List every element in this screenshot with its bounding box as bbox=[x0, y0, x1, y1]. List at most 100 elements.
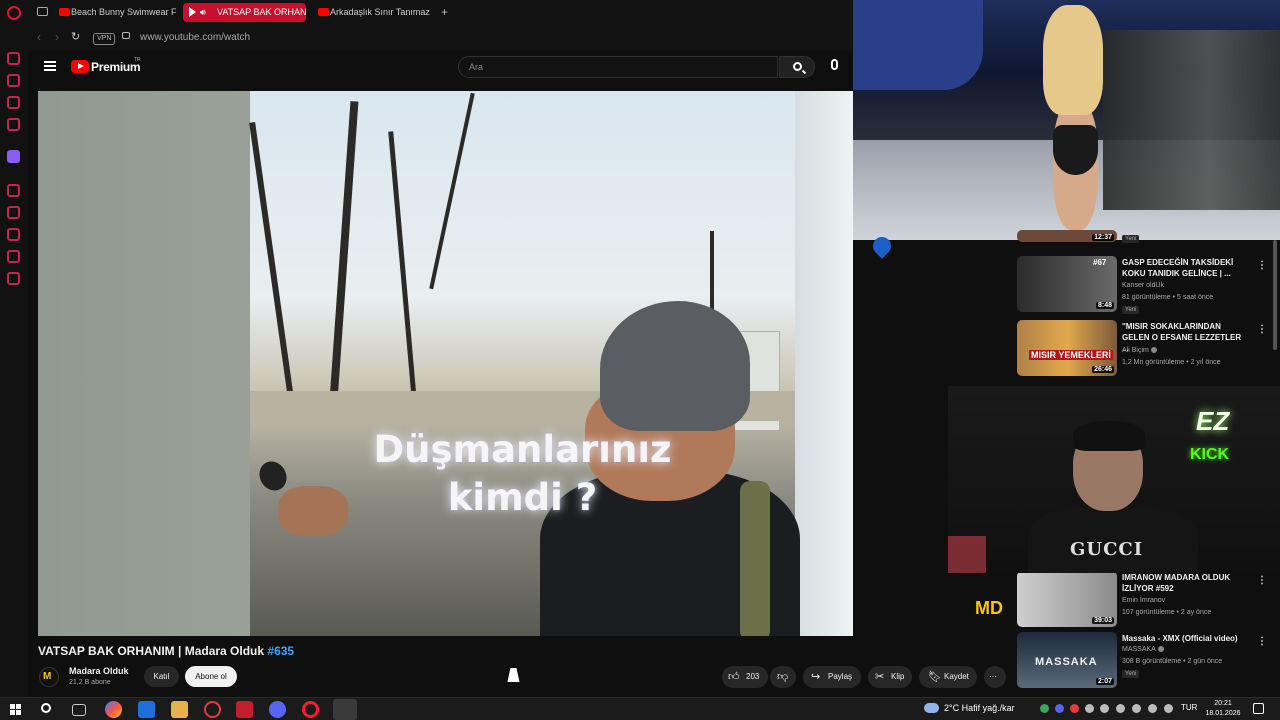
sidebar-aria-icon[interactable] bbox=[7, 52, 20, 65]
thumbs-up-icon: 👍︎ bbox=[728, 671, 740, 683]
thumb-text: MASSAKA bbox=[1035, 656, 1098, 668]
scrollbar[interactable] bbox=[1273, 240, 1277, 350]
share-button[interactable]: ↪ Paylaş bbox=[803, 666, 861, 688]
join-button[interactable]: Katıl bbox=[144, 666, 179, 687]
language-indicator[interactable]: TUR bbox=[1181, 703, 1197, 712]
dislike-button[interactable]: 👎︎ bbox=[770, 666, 796, 688]
search-button[interactable] bbox=[779, 56, 815, 78]
youtube-logo-icon[interactable] bbox=[71, 60, 89, 73]
obs-icon[interactable] bbox=[204, 701, 221, 718]
tray-steam-icon[interactable] bbox=[1100, 704, 1109, 713]
tray-discord-icon[interactable] bbox=[1055, 704, 1064, 713]
opera-icon[interactable] bbox=[302, 701, 319, 718]
sidebar-settings-icon[interactable] bbox=[7, 272, 20, 285]
lock-icon[interactable] bbox=[122, 32, 130, 39]
pip-video-overlay[interactable] bbox=[853, 0, 1280, 240]
tab-menu-icon[interactable] bbox=[37, 7, 48, 16]
channel-name[interactable]: Ali Biçim bbox=[1122, 347, 1157, 354]
video-thumbnail[interactable]: #67 8:48 bbox=[1017, 256, 1117, 312]
speaker-icon[interactable]: 🔊︎ bbox=[200, 3, 206, 22]
save-button[interactable]: 🔖︎ Kaydet bbox=[919, 666, 977, 688]
video-thumbnail[interactable]: 12:37 bbox=[1017, 230, 1117, 242]
clock[interactable]: 20:21 18.01.2026 bbox=[1205, 699, 1241, 719]
video-title[interactable]: IMRANOW MADARA OLDUK İZLİYOR #592 bbox=[1122, 572, 1248, 594]
youtube-brand[interactable]: Premium bbox=[91, 60, 141, 74]
channel-name[interactable]: MASSAKA bbox=[1122, 646, 1164, 653]
list-item[interactable]: 12:37 Yeni bbox=[1017, 230, 1277, 246]
sidebar-bag-icon[interactable] bbox=[7, 74, 20, 87]
start-button[interactable] bbox=[10, 704, 21, 715]
streamer-hair bbox=[1073, 421, 1145, 451]
avatar-letters: M bbox=[43, 671, 52, 682]
video-hashtag[interactable]: #635 bbox=[267, 644, 294, 658]
tray-obs-icon[interactable] bbox=[1070, 704, 1079, 713]
list-item[interactable]: MASSAKA 2:07 Massaka - XMX (Official vid… bbox=[1017, 632, 1277, 694]
weather-text[interactable]: 2°C Hafif yağ./kar bbox=[944, 703, 1015, 713]
new-tab-button[interactable]: + bbox=[441, 5, 448, 19]
search-input[interactable]: Ara bbox=[458, 56, 778, 78]
tab-vatsap[interactable]: 🔊︎ VATSAP BAK ORHANI bbox=[183, 3, 306, 22]
tray-ethernet-icon[interactable] bbox=[1148, 704, 1157, 713]
tray-status-icon[interactable] bbox=[1040, 704, 1049, 713]
like-button[interactable]: 👍︎ 203 bbox=[722, 666, 768, 688]
list-item[interactable]: MISIR YEMEKLERİ 26:46 "MISIR SOKAKLARIND… bbox=[1017, 320, 1277, 382]
back-icon[interactable]: ‹ bbox=[37, 30, 41, 44]
sidebar-bookmarks-icon[interactable] bbox=[7, 206, 20, 219]
reload-icon[interactable]: ↻ bbox=[71, 30, 80, 43]
channel-name[interactable]: Emin İmranov bbox=[1122, 597, 1165, 604]
video-title[interactable]: Massaka - XMX (Official video) bbox=[1122, 633, 1248, 644]
search-icon[interactable] bbox=[41, 703, 51, 713]
tab-arkadaslik[interactable]: Arkadaşlık Sınır Tanımaz M bbox=[313, 3, 433, 22]
video-thumbnail[interactable]: MISIR YEMEKLERİ 26:46 bbox=[1017, 320, 1117, 376]
notification-icon[interactable] bbox=[1253, 703, 1264, 714]
tray-mic-icon[interactable] bbox=[1116, 704, 1125, 713]
opera-logo-icon[interactable] bbox=[7, 6, 21, 20]
channel-name[interactable]: Kanser oldUk bbox=[1122, 282, 1164, 289]
copilot-icon[interactable] bbox=[105, 701, 122, 718]
youtube-header: Premium TR Ara bbox=[28, 51, 853, 84]
opera-gx-icon[interactable] bbox=[333, 699, 357, 720]
more-vert-icon[interactable]: ⋮ bbox=[1257, 260, 1267, 271]
microphone-icon[interactable] bbox=[831, 59, 838, 70]
channel-name[interactable]: Madara Olduk bbox=[69, 666, 129, 676]
sidebar-player-icon[interactable] bbox=[7, 118, 20, 131]
tray-network-icon[interactable] bbox=[1085, 704, 1094, 713]
video-meta: 308 B görüntüleme • 2 gün önce bbox=[1122, 658, 1223, 665]
tray-device-icon[interactable] bbox=[1132, 704, 1141, 713]
file-explorer-icon[interactable] bbox=[171, 701, 188, 718]
task-view-icon[interactable] bbox=[72, 704, 86, 716]
hamburger-menu-icon[interactable] bbox=[44, 61, 56, 71]
more-vert-icon[interactable]: ⋮ bbox=[1257, 575, 1267, 586]
more-actions-button[interactable]: ··· bbox=[984, 666, 1006, 688]
clip-button[interactable]: ✂ Klip bbox=[868, 666, 912, 688]
url-field[interactable]: www.youtube.com/watch bbox=[140, 32, 250, 43]
weather-icon[interactable] bbox=[924, 703, 939, 713]
twitch-icon[interactable] bbox=[7, 150, 20, 163]
video-editor-icon[interactable] bbox=[236, 701, 253, 718]
neon-ez-sign: EZ bbox=[1196, 406, 1230, 436]
video-thumbnail[interactable]: MASSAKA 2:07 bbox=[1017, 632, 1117, 688]
more-vert-icon[interactable]: ⋮ bbox=[1257, 636, 1267, 647]
tab-beach-bunny[interactable]: Beach Bunny Swimwear F bbox=[54, 3, 176, 22]
mail-icon[interactable] bbox=[138, 701, 155, 718]
discord-icon[interactable] bbox=[269, 701, 286, 718]
video-thumbnail[interactable]: 39:03 bbox=[1017, 571, 1117, 627]
webcam-sticker bbox=[948, 536, 986, 573]
sidebar-history-icon[interactable] bbox=[7, 184, 20, 197]
list-item[interactable]: #67 8:48 GASP EDECEĞİN TAKSİDEKİ KOKU TA… bbox=[1017, 256, 1277, 318]
sidebar-messenger-icon[interactable] bbox=[7, 96, 20, 109]
bookmark-icon: 🔖︎ bbox=[928, 671, 942, 683]
list-item[interactable]: 39:03 IMRANOW MADARA OLDUK İZLİYOR #592 … bbox=[1017, 571, 1277, 633]
subscribe-button[interactable]: Abone ol bbox=[185, 666, 237, 687]
video-title[interactable]: GASP EDECEĞİN TAKSİDEKİ KOKU TANIDIK GEL… bbox=[1122, 257, 1248, 279]
channel-avatar[interactable]: M bbox=[39, 667, 59, 687]
video-caption: Düşmanlarınız kimdi ? bbox=[250, 426, 795, 522]
caption-line-1: Düşmanlarınız bbox=[373, 428, 672, 471]
video-player[interactable]: Düşmanlarınız kimdi ? bbox=[38, 91, 853, 636]
sidebar-clock-icon[interactable] bbox=[7, 228, 20, 241]
sidebar-extensions-icon[interactable] bbox=[7, 250, 20, 263]
tray-volume-icon[interactable] bbox=[1164, 704, 1173, 713]
more-vert-icon[interactable]: ⋮ bbox=[1257, 324, 1267, 335]
forward-icon[interactable]: › bbox=[55, 30, 59, 44]
vpn-badge[interactable]: VPN bbox=[93, 33, 116, 45]
